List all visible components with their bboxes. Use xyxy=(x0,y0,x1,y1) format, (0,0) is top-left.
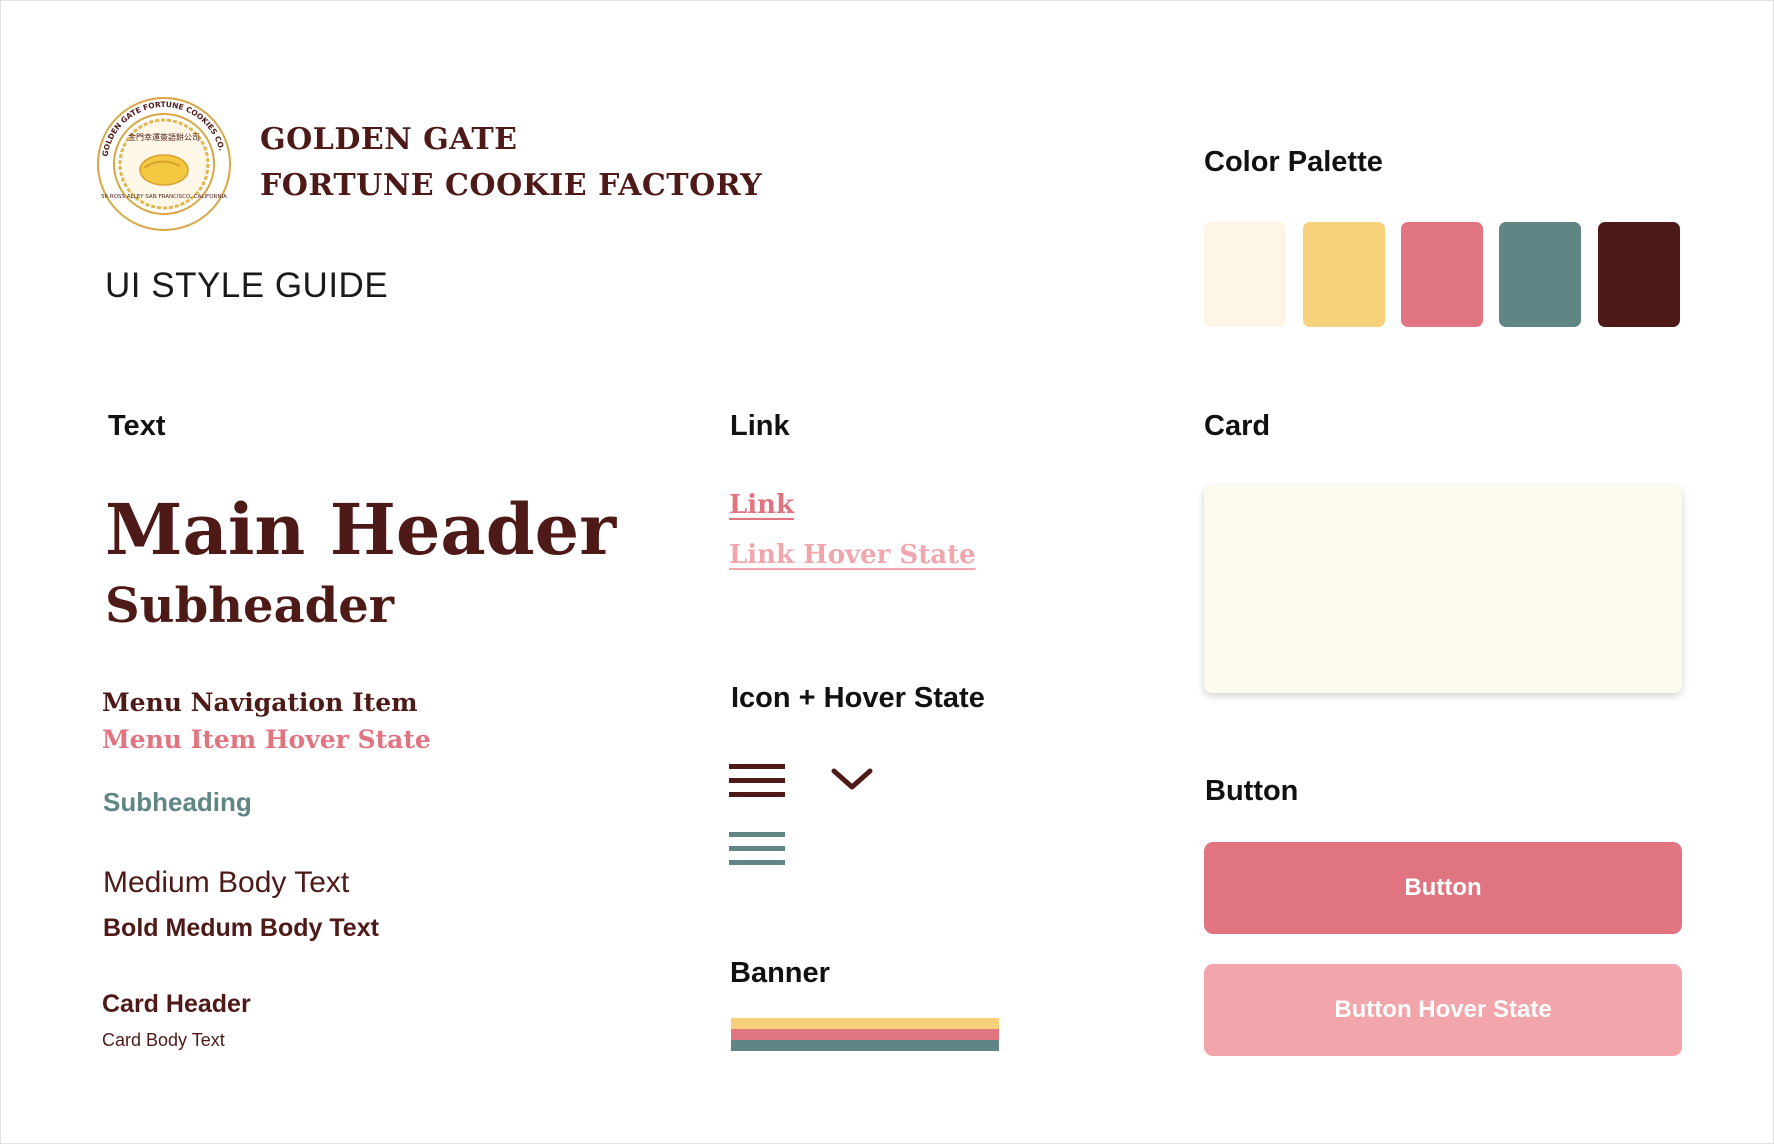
subheader-sample: Subheader xyxy=(105,578,395,634)
menu-item-hover-state[interactable]: Menu Item Hover State xyxy=(102,725,431,754)
section-label-icon: Icon + Hover State xyxy=(731,682,985,714)
logo-chinese-text: 金門幸運簽語餅公司 xyxy=(128,132,200,142)
link-sample[interactable]: Link xyxy=(729,490,794,520)
brand-name-line-1: GOLDEN GATE xyxy=(260,122,518,157)
button-hover-state[interactable]: Button Hover State xyxy=(1204,964,1682,1056)
section-label-card: Card xyxy=(1204,410,1271,442)
hamburger-menu-icon[interactable] xyxy=(729,764,785,798)
banner-stripe-teal xyxy=(731,1040,999,1051)
link-hover-state-sample[interactable]: Link Hover State xyxy=(729,540,976,570)
banner-stripes xyxy=(731,1018,999,1052)
subheading-sample: Subheading xyxy=(103,787,252,817)
bold-body-text-sample: Bold Medum Body Text xyxy=(103,914,379,942)
swatch-yellow xyxy=(1303,222,1385,327)
swatch-cream xyxy=(1204,222,1286,327)
page-title: UI STYLE GUIDE xyxy=(105,266,389,305)
card-header-sample: Card Header xyxy=(102,990,251,1018)
section-label-banner: Banner xyxy=(730,957,830,989)
logo-bottom-text: 56 ROSS ALLEY SAN FRANCISCO, CALIFORNIA xyxy=(101,194,227,200)
main-header-sample: Main Header xyxy=(105,488,617,571)
banner-stripe-rose xyxy=(731,1029,999,1040)
chevron-down-icon[interactable] xyxy=(830,766,874,792)
banner-stripe-yellow xyxy=(731,1018,999,1029)
card-body-text-sample: Card Body Text xyxy=(102,1030,225,1050)
fortune-cookie-logo: GOLDEN GATE FORTUNE COOKIES CO. 金門幸運簽語餅公… xyxy=(97,97,231,231)
swatch-maroon xyxy=(1598,222,1680,327)
menu-navigation-item[interactable]: Menu Navigation Item xyxy=(102,688,418,717)
swatch-teal xyxy=(1499,222,1581,327)
primary-button[interactable]: Button xyxy=(1204,842,1682,934)
brand-name-line-2: FORTUNE COOKIE FACTORY xyxy=(260,168,763,203)
medium-body-text-sample: Medium Body Text xyxy=(103,866,350,899)
swatch-rose xyxy=(1401,222,1483,327)
hamburger-menu-hover-icon[interactable] xyxy=(729,832,785,866)
card-sample[interactable] xyxy=(1204,485,1682,693)
section-label-text: Text xyxy=(108,410,166,442)
section-label-button: Button xyxy=(1205,775,1299,807)
section-label-color-palette: Color Palette xyxy=(1204,146,1383,178)
section-label-link: Link xyxy=(730,410,790,442)
